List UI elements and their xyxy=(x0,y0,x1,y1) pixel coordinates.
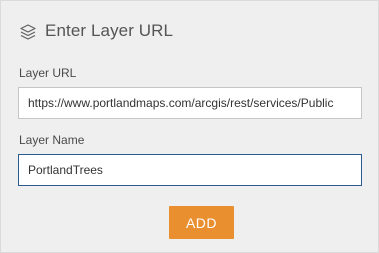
panel-header: Enter Layer URL xyxy=(19,19,173,43)
enter-layer-url-panel: Enter Layer URL Layer URL Layer Name ADD xyxy=(0,0,379,253)
layer-name-label: Layer Name xyxy=(19,133,85,147)
layer-url-input[interactable] xyxy=(18,87,362,119)
layer-name-input[interactable] xyxy=(18,154,362,186)
add-button[interactable]: ADD xyxy=(169,206,234,239)
layers-icon xyxy=(19,23,37,41)
layer-url-label: Layer URL xyxy=(19,66,77,80)
panel-title: Enter Layer URL xyxy=(45,21,174,40)
